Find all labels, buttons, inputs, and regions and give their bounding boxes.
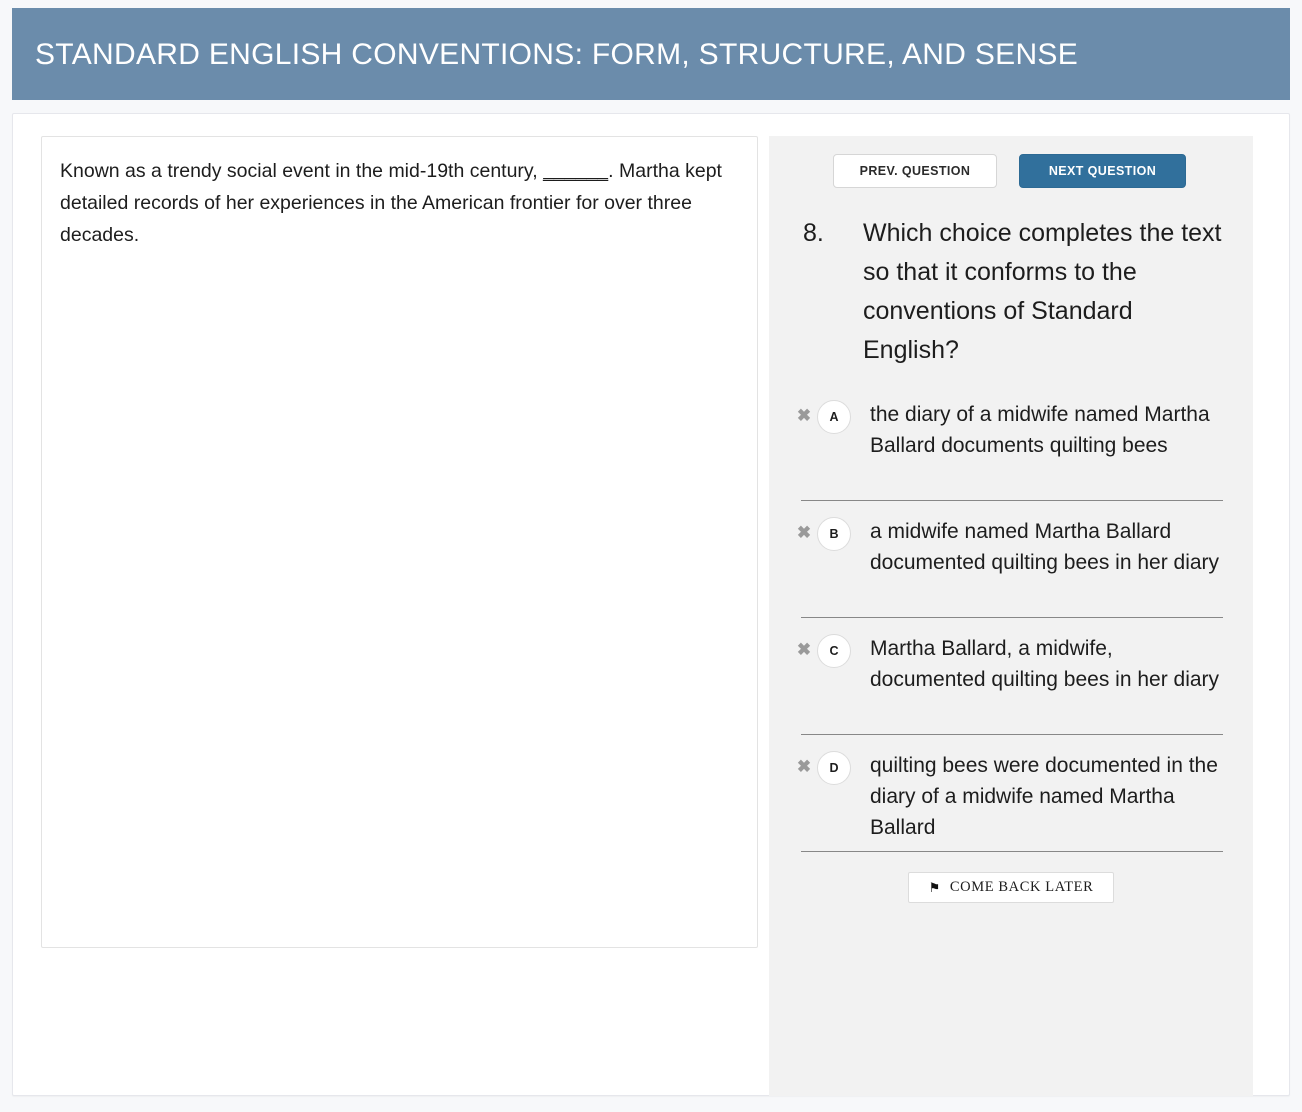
choice-text[interactable]: the diary of a midwife named Martha Ball… — [851, 398, 1233, 461]
answer-choice-a[interactable]: ✖ A the diary of a midwife named Martha … — [789, 398, 1233, 494]
exam-page: STANDARD ENGLISH CONVENTIONS: FORM, STRU… — [0, 0, 1302, 1112]
eliminate-icon[interactable]: ✖ — [791, 515, 817, 551]
come-back-later-row: ⚑ COME BACK LATER — [789, 866, 1233, 903]
choice-text[interactable]: Martha Ballard, a midwife, documented qu… — [851, 632, 1233, 695]
main-content-card: Known as a trendy social event in the mi… — [12, 113, 1290, 1096]
eliminate-icon[interactable]: ✖ — [791, 398, 817, 434]
choice-divider — [801, 617, 1223, 618]
eliminate-icon[interactable]: ✖ — [791, 632, 817, 668]
choice-divider — [801, 734, 1223, 735]
question-nav: PREV. QUESTION NEXT QUESTION — [789, 154, 1233, 188]
answer-choice-c[interactable]: ✖ C Martha Ballard, a midwife, documente… — [789, 632, 1233, 728]
flag-icon: ⚑ — [929, 881, 941, 894]
question-panel: PREV. QUESTION NEXT QUESTION 8. Which ch… — [769, 136, 1253, 1096]
come-back-later-button[interactable]: ⚑ COME BACK LATER — [908, 872, 1115, 903]
choice-letter-badge[interactable]: D — [817, 751, 851, 785]
eliminate-icon[interactable]: ✖ — [791, 749, 817, 785]
passage-panel: Known as a trendy social event in the mi… — [41, 136, 758, 948]
passage-text: Known as a trendy social event in the mi… — [60, 155, 735, 251]
choice-text[interactable]: quilting bees were documented in the dia… — [851, 749, 1233, 843]
answer-choices: ✖ A the diary of a midwife named Martha … — [789, 384, 1233, 852]
question-stem-row: 8. Which choice completes the text so th… — [789, 206, 1233, 384]
next-question-button[interactable]: NEXT QUESTION — [1019, 154, 1186, 188]
choice-letter-badge[interactable]: C — [817, 634, 851, 668]
choice-letter-badge[interactable]: A — [817, 400, 851, 434]
choice-letter-badge[interactable]: B — [817, 517, 851, 551]
page-header-bar: STANDARD ENGLISH CONVENTIONS: FORM, STRU… — [12, 8, 1290, 100]
prev-question-button[interactable]: PREV. QUESTION — [833, 154, 997, 188]
question-number: 8. — [789, 214, 863, 253]
passage-blank: ______ — [543, 160, 608, 182]
passage-line-1: Known as a trendy social event in the mi… — [60, 160, 538, 182]
come-back-later-label: COME BACK LATER — [950, 879, 1094, 896]
choice-divider — [801, 500, 1223, 501]
answer-choice-b[interactable]: ✖ B a midwife named Martha Ballard docum… — [789, 515, 1233, 611]
question-stem-text: Which choice completes the text so that … — [863, 214, 1233, 370]
choice-text[interactable]: a midwife named Martha Ballard documente… — [851, 515, 1233, 578]
page-title: STANDARD ENGLISH CONVENTIONS: FORM, STRU… — [12, 38, 1078, 71]
choice-divider — [801, 851, 1223, 852]
answer-choice-d[interactable]: ✖ D quilting bees were documented in the… — [789, 749, 1233, 845]
